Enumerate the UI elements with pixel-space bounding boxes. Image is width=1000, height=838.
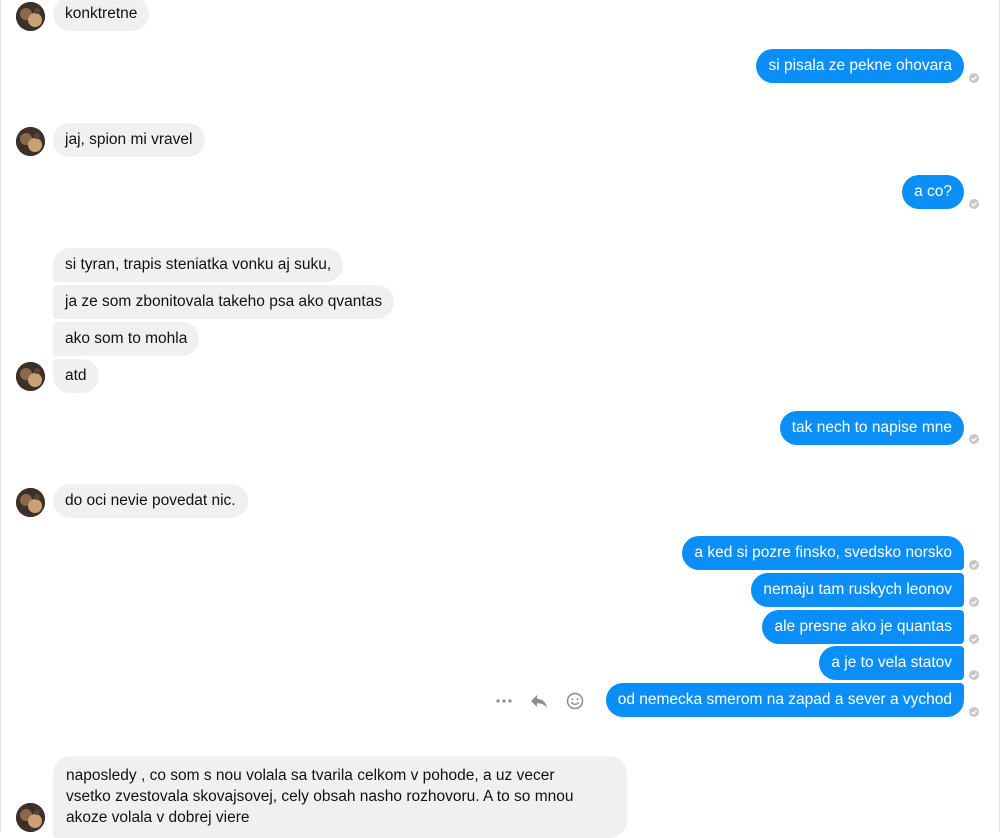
contact-avatar[interactable]	[16, 362, 45, 391]
outgoing-message[interactable]: a co?	[902, 175, 964, 209]
incoming-message[interactable]: ja ze som zbonitovala takeho psa ako qva…	[53, 285, 395, 319]
seen-check-icon	[969, 670, 979, 680]
seen-check-icon	[969, 560, 979, 570]
contact-avatar[interactable]	[16, 2, 45, 31]
seen-check-icon	[969, 634, 979, 644]
incoming-message[interactable]: atd	[53, 359, 99, 393]
emoji-icon[interactable]	[564, 690, 586, 712]
contact-avatar[interactable]	[16, 803, 45, 832]
incoming-message[interactable]: konktretne	[53, 0, 150, 31]
seen-check-icon	[969, 73, 979, 83]
seen-check-icon	[969, 597, 979, 607]
incoming-message[interactable]: naposledy , co som s nou volala sa tvari…	[53, 756, 627, 838]
reply-icon[interactable]	[528, 690, 550, 712]
seen-check-icon	[969, 707, 979, 717]
message-actions	[489, 684, 589, 716]
outgoing-message[interactable]: a ked si pozre finsko, svedsko norsko	[682, 536, 964, 570]
incoming-message[interactable]: do oci nevie povedat nic.	[53, 484, 248, 518]
contact-avatar[interactable]	[16, 127, 45, 156]
outgoing-message[interactable]: ale presne ako je quantas	[762, 610, 964, 644]
outgoing-message[interactable]: tak nech to napise mne	[779, 411, 964, 445]
seen-check-icon	[969, 199, 979, 209]
message-text: naposledy , co som s nou volala sa tvari…	[66, 767, 574, 826]
outgoing-message[interactable]: a je to vela statov	[819, 646, 964, 680]
incoming-message[interactable]: jaj, spion mi vravel	[53, 123, 205, 157]
seen-check-icon	[969, 434, 979, 444]
outgoing-message[interactable]: nemaju tam ruskych leonov	[751, 573, 964, 607]
contact-avatar[interactable]	[16, 488, 45, 517]
outgoing-message[interactable]: od nemecka smerom na zapad a sever a vyc…	[605, 683, 964, 717]
more-icon[interactable]	[493, 690, 515, 712]
incoming-message[interactable]: ako som to mohla	[53, 322, 200, 356]
chat-thread: konktretne si pisala ze pekne ohovara ja…	[0, 0, 1000, 838]
incoming-message[interactable]: si tyran, trapis steniatka vonku aj suku…	[53, 248, 344, 282]
outgoing-message[interactable]: si pisala ze pekne ohovara	[756, 49, 964, 83]
